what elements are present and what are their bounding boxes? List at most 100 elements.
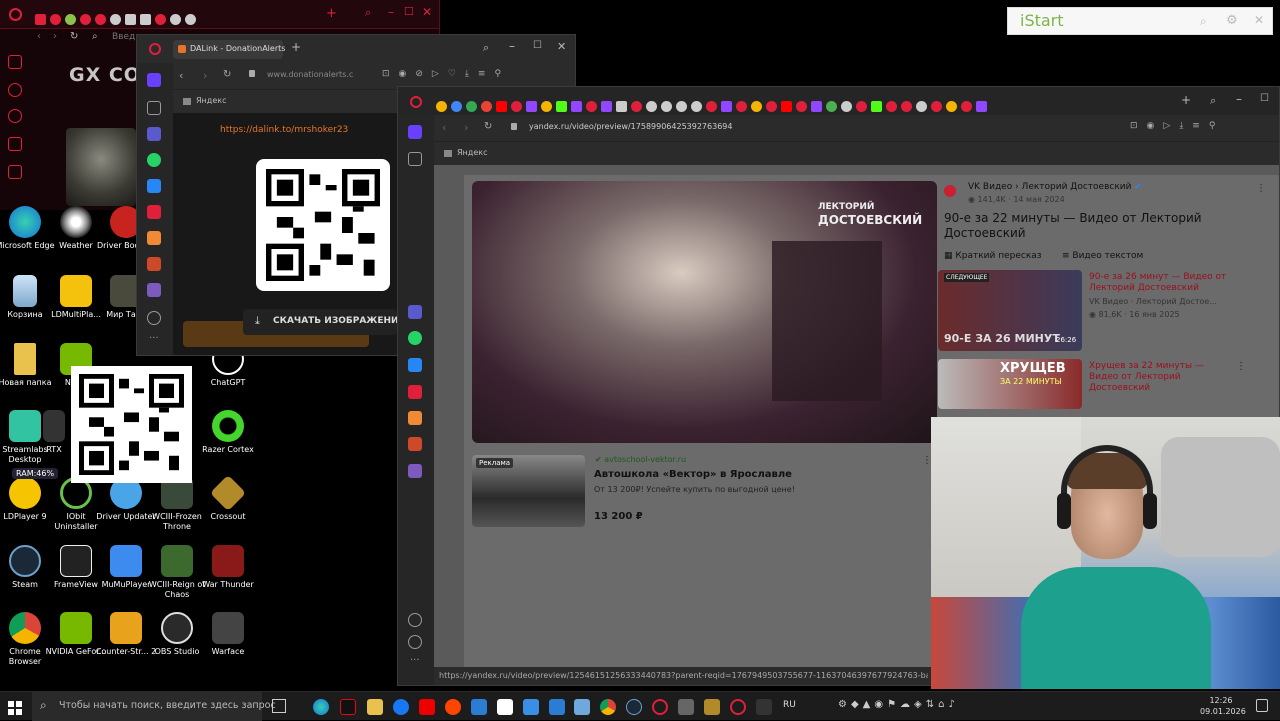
gx-address-input[interactable]: Введ [112, 32, 135, 42]
main-sidebar-more-icon[interactable]: ··· [410, 655, 420, 666]
main-star-icon[interactable] [408, 152, 422, 166]
taskbar-photos-icon[interactable] [574, 699, 590, 715]
favorites-icon[interactable] [147, 311, 161, 325]
gx-search-small-icon[interactable]: ⌕ [92, 31, 98, 42]
taskbar-opera-icon[interactable] [652, 699, 668, 715]
main-home-icon[interactable] [408, 125, 422, 139]
taskbar-app-icon[interactable] [756, 699, 772, 715]
taskbar-opera-gx-icon[interactable] [730, 699, 746, 715]
desktop-icon-war-thunder[interactable]: War Thunder [197, 545, 259, 590]
gx-tab-favicons[interactable] [35, 9, 200, 28]
opera-logo-icon[interactable] [149, 43, 161, 55]
language-indicator[interactable]: RU [783, 700, 796, 710]
desktop-icon-razer-cortex[interactable]: Razer Cortex [197, 410, 259, 455]
gx-new-tab-icon[interactable]: + [326, 6, 337, 21]
donation-address-input[interactable]: www.donationalerts.c [267, 70, 353, 79]
istart-close-icon[interactable]: ✕ [1254, 13, 1264, 27]
video-source[interactable]: VK Видео [968, 182, 1012, 192]
istart-gear-icon[interactable]: ⚙ [1226, 13, 1238, 28]
main-games-icon[interactable] [408, 437, 422, 451]
download-image-button[interactable]: ⤓ СКАЧАТЬ ИЗОБРАЖЕНИЕ [243, 309, 405, 335]
gx-minimize-icon[interactable]: – [388, 5, 394, 19]
gx-close-icon[interactable]: ✕ [422, 5, 432, 19]
opera-gx-icon[interactable] [9, 8, 22, 21]
star-icon[interactable] [147, 101, 161, 115]
main-yandex-icon[interactable] [408, 385, 422, 399]
main-toolbar-icons[interactable]: ⊡◉▷⤓≡⚲ [1130, 121, 1224, 131]
taskbar-search-input[interactable]: Чтобы начать поиск, введите здесь запрос [59, 700, 276, 711]
notifications-icon[interactable] [1256, 699, 1268, 712]
desktop-icon-crossout[interactable]: Crossout [197, 474, 259, 522]
main-aria-icon[interactable] [408, 305, 422, 319]
taskbar-mail-icon[interactable] [523, 699, 539, 715]
gx-more-icon[interactable] [8, 165, 22, 179]
toolbar-icons[interactable]: ⊡◉⊘▷♡⤓≡⚲ [382, 69, 510, 79]
twitch-icon[interactable] [147, 283, 161, 297]
main-twitch-icon[interactable] [408, 464, 422, 478]
taskbar-amazon-icon[interactable] [497, 699, 513, 715]
main-back-icon[interactable]: ‹ [442, 121, 446, 134]
main-minimize-icon[interactable]: – [1236, 92, 1242, 106]
taskbar-facebook-icon[interactable] [393, 699, 409, 715]
clock[interactable]: 12:26 09.01.2026 [1200, 695, 1246, 717]
yandex-icon[interactable] [147, 205, 161, 219]
gx-search-icon[interactable]: ⌕ [365, 6, 371, 20]
gx-workspace-icon[interactable] [8, 83, 22, 97]
whatsapp-icon[interactable] [147, 153, 161, 167]
istart-search-icon[interactable]: ⌕ [1200, 14, 1207, 29]
home-icon[interactable] [147, 73, 161, 87]
main-bookmark-yandex[interactable]: Яндекс [457, 148, 487, 157]
video-channel[interactable]: Лекторий Достоевский [1022, 182, 1132, 192]
main-vk-icon[interactable] [408, 358, 422, 372]
heart-icon[interactable] [147, 231, 161, 245]
main-forward-icon[interactable]: › [464, 121, 468, 134]
desktop-icon-warface[interactable]: Warface [197, 612, 259, 657]
taskbar-photo-editor-icon[interactable] [678, 699, 694, 715]
main-heart-icon[interactable] [408, 411, 422, 425]
main-favorites-icon[interactable] [408, 613, 422, 627]
gx-history-icon[interactable] [8, 109, 22, 123]
ad-block[interactable]: Реклама ✔ avtoschool-vektor.ru Автошкола… [472, 455, 932, 535]
taskbar-youtube-icon[interactable] [419, 699, 435, 715]
forward-icon[interactable]: › [203, 69, 207, 82]
desktop-icon-rtx[interactable]: RTX [34, 410, 74, 455]
minimize-icon[interactable]: – [509, 39, 515, 53]
vk-icon[interactable] [147, 179, 161, 193]
related-item[interactable]: ХРУЩЕВ ЗА 22 МИНУТЫ Хрущев за 22 минуты … [938, 359, 1274, 409]
gx-settings-icon[interactable] [8, 137, 22, 151]
gx-forward-icon[interactable]: › [53, 31, 57, 42]
video-player[interactable]: ЛЕКТОРИЙ ДОСТОЕВСКИЙ [472, 181, 937, 443]
gx-home-icon[interactable] [8, 55, 22, 69]
related-item[interactable]: СЛЕДУЮЩЕЕ 90-Е ЗА 26 МИНУТ 26:26 90-е за… [938, 270, 1274, 352]
reload-icon[interactable]: ↻ [223, 69, 231, 80]
donation-tab[interactable]: DALink - DonationAlerts [173, 40, 285, 59]
taskbar-game-icon[interactable] [704, 699, 720, 715]
tray-icons[interactable]: ⚙◆▲◉⚑☁◈⇅⌂♪ [838, 699, 959, 710]
taskbar-chrome-icon[interactable] [600, 699, 616, 715]
main-opera-logo-icon[interactable] [410, 96, 422, 108]
bookmark-yandex[interactable]: Яндекс [196, 96, 226, 105]
start-button[interactable] [8, 700, 22, 715]
taskbar-calendar-icon[interactable] [549, 699, 565, 715]
taskbar-netflix-icon[interactable] [340, 699, 356, 715]
main-tab-strip[interactable] [436, 96, 991, 115]
maximize-icon[interactable]: ☐ [533, 40, 542, 51]
search-tabs-icon[interactable]: ⌕ [483, 41, 489, 55]
main-reload-icon[interactable]: ↻ [484, 121, 492, 132]
gx-reload-icon[interactable]: ↻ [70, 31, 78, 42]
task-view-icon[interactable] [272, 699, 286, 713]
main-maximize-icon[interactable]: ☐ [1260, 93, 1269, 104]
chip-summary[interactable]: ▦ Краткий пересказ [944, 251, 1042, 261]
chip-text[interactable]: ≡ Видео текстом [1062, 251, 1143, 261]
games-icon[interactable] [147, 257, 161, 271]
donation-link[interactable]: https://dalink.to/mrshoker23 [220, 125, 348, 135]
gx-back-icon[interactable]: ‹ [37, 31, 41, 42]
aria-icon[interactable] [147, 127, 161, 141]
taskbar-steam-icon[interactable] [626, 699, 642, 715]
back-icon[interactable]: ‹ [179, 69, 183, 82]
taskbar-edge-icon[interactable] [313, 699, 329, 715]
main-new-tab-icon[interactable]: + [1181, 93, 1191, 107]
taskbar-store-icon[interactable] [471, 699, 487, 715]
video-menu-icon[interactable]: ⋮ [1256, 183, 1266, 194]
main-history-icon[interactable] [408, 635, 422, 649]
